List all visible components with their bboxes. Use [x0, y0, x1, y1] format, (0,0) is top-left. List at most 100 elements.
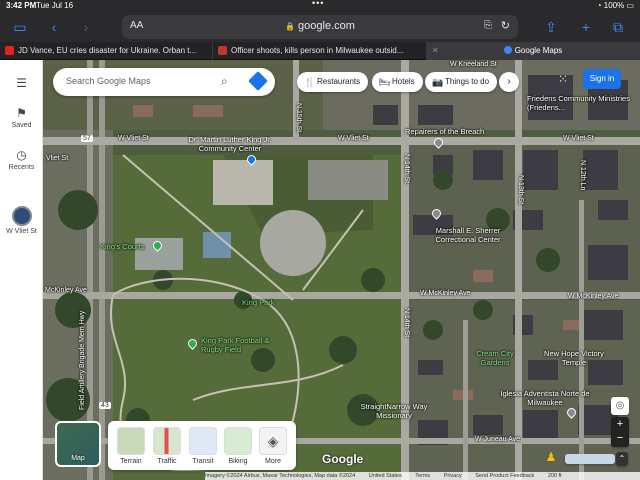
search-box[interactable]: Search Google Maps ⌕: [53, 68, 275, 96]
biking-icon: [224, 427, 252, 455]
road-label: N 12th Ln: [579, 160, 586, 191]
road-label: N 14th St: [403, 308, 410, 338]
road-label: W Vliet St: [563, 135, 594, 142]
bookmark-icon: ⚑: [16, 106, 27, 120]
chip-things-to-do[interactable]: 📷 Things to do: [425, 72, 498, 92]
recents-button[interactable]: ◷ Recents: [0, 148, 43, 171]
road-label: Vliet St: [46, 155, 69, 162]
saved-button[interactable]: ⚑ Saved: [0, 106, 43, 129]
zoom-in-button[interactable]: +: [611, 417, 629, 432]
status-bar: 3:42 PM Tue Jul 16 ••• ◔ 100% ▭: [0, 0, 640, 12]
forward-icon[interactable]: ›: [76, 17, 96, 37]
search-icon[interactable]: ⌕: [221, 74, 228, 89]
tab-news-2[interactable]: Officer shoots, kills person in Milwauke…: [213, 42, 427, 60]
place-thumbnail-icon: [11, 206, 32, 226]
status-date: Tue Jul 16: [36, 1, 74, 10]
back-icon[interactable]: ‹: [44, 17, 64, 37]
status-time: 3:42 PM: [6, 1, 37, 10]
sign-in-button[interactable]: Sign in: [583, 69, 621, 89]
road-label: W McKinley Ave: [420, 290, 471, 297]
highway-shield: 43: [99, 402, 111, 409]
url-text: google.com: [298, 20, 355, 32]
layer-transit[interactable]: Transit: [186, 427, 220, 465]
layers-panel: Terrain Traffic Transit Biking ◈ More: [108, 421, 296, 470]
transit-icon: [189, 427, 217, 455]
road-label: W Kneeland St: [450, 61, 497, 68]
close-tab-icon[interactable]: ✕: [432, 42, 439, 60]
pegman-icon[interactable]: ♟: [545, 450, 557, 466]
layer-more[interactable]: ◈ More: [256, 427, 290, 465]
road-label: Field Artillery Brigade Mem Hwy: [79, 310, 86, 410]
sidebar-icon[interactable]: ▭: [10, 17, 30, 37]
multitasking-dots-icon[interactable]: •••: [312, 0, 324, 8]
safari-toolbar: ▭ ‹ › AA 🔒 google.com ⎘ ↻ ⇪ + ⧉: [0, 12, 640, 42]
history-icon: ◷: [16, 148, 27, 162]
my-location-button[interactable]: ◎: [611, 397, 629, 415]
traffic-icon: [153, 427, 181, 455]
new-tab-icon[interactable]: +: [576, 17, 596, 37]
tab-google-maps[interactable]: ✕ Google Maps: [427, 42, 640, 60]
attribution-bar: Imagery ©2024 Airbus, Maxar Technologies…: [205, 472, 640, 480]
zoom-controls: + −: [611, 417, 629, 447]
chip-restaurants[interactable]: 🍴 Restaurants: [297, 72, 369, 92]
chip-hotels[interactable]: 🛏 Hotels: [372, 72, 423, 92]
recent-place-w-vliet[interactable]: W Vliet St: [0, 206, 43, 235]
poi-label[interactable]: King Park Football & Rugby Field: [201, 336, 291, 354]
imagery-thumbnails[interactable]: [565, 454, 615, 464]
directions-icon[interactable]: [248, 71, 268, 91]
bed-icon: 🛏: [379, 77, 391, 87]
news-favicon-icon: [218, 46, 227, 55]
maps-left-rail: ☰ ⚑ Saved ◷ Recents W Vliet St: [0, 60, 43, 480]
layer-biking[interactable]: Biking: [221, 427, 255, 465]
expand-chevron-icon[interactable]: ⌃: [616, 452, 628, 466]
poi-label[interactable]: Friedens Community Ministries (Friedens.…: [527, 94, 637, 112]
road-label: N 15th St: [295, 103, 302, 133]
share-icon[interactable]: ⇪: [541, 17, 561, 37]
reload-icon[interactable]: ↻: [501, 19, 510, 32]
road-label: W Vliet St: [118, 135, 149, 142]
road-label: W Juneau Ave: [475, 436, 521, 443]
poi-label[interactable]: Repairers of the Breach: [405, 127, 484, 136]
hamburger-menu-icon: ☰: [16, 76, 27, 90]
chips-next-button[interactable]: ›: [499, 72, 519, 92]
zoom-out-button[interactable]: −: [611, 432, 629, 447]
layer-traffic[interactable]: Traffic: [150, 427, 184, 465]
youtube-favicon-icon: [5, 46, 14, 55]
road-label: McKinley Ave: [45, 287, 87, 294]
poi-label[interactable]: Marshall E. Sherrer Correctional Center: [418, 226, 518, 244]
address-bar[interactable]: AA 🔒 google.com ⎘ ↻: [122, 15, 518, 39]
lock-icon: 🔒: [285, 22, 296, 31]
google-favicon-icon: [503, 46, 512, 54]
poi-label[interactable]: Cream City Gardens: [470, 349, 520, 367]
road-label: W Vliet St: [338, 135, 369, 142]
chevron-right-icon: ›: [507, 76, 511, 87]
location-target-icon: ◎: [615, 400, 625, 411]
poi-label[interactable]: King's Courts: [100, 242, 144, 251]
poi-label[interactable]: Dr. Martin Luther King Jr. Community Cen…: [175, 135, 285, 153]
road-label: W McKinley Ave: [568, 293, 619, 300]
terrain-icon: [117, 427, 145, 455]
tab-news-1[interactable]: JD Vance, EU cries disaster for Ukraine.…: [0, 42, 213, 60]
satellite-imagery: [43, 60, 640, 480]
google-apps-icon[interactable]: ⁙: [556, 72, 570, 86]
poi-label[interactable]: Iglesia Adventista Norte de Milwaukee: [495, 389, 595, 407]
fork-knife-icon: 🍴: [304, 77, 316, 87]
map-type-toggle[interactable]: Map: [55, 421, 101, 467]
highway-shield: 57: [81, 135, 93, 142]
poi-label[interactable]: New Hope Victory Temple: [539, 349, 609, 367]
poi-label[interactable]: StraightNarrow Way Missionary: [359, 402, 429, 420]
google-logo: Google: [322, 452, 364, 466]
translate-icon[interactable]: ⎘: [484, 20, 492, 31]
search-input[interactable]: Search Google Maps: [66, 76, 151, 86]
road-label: N 14th St: [403, 154, 410, 184]
layer-terrain[interactable]: Terrain: [114, 427, 148, 465]
tab-bar: JD Vance, EU cries disaster for Ukraine.…: [0, 42, 640, 60]
battery-indicator: ◔ 100% ▭: [596, 1, 634, 10]
scale-bar[interactable]: 200 ft: [548, 473, 562, 479]
poi-label[interactable]: King Park: [242, 298, 275, 307]
layers-icon: ◈: [259, 427, 287, 455]
menu-button[interactable]: ☰: [0, 76, 43, 92]
satellite-map[interactable]: W Kneeland St W Vliet St W Vliet St W Vl…: [43, 60, 640, 480]
tab-overview-icon[interactable]: ⧉: [608, 17, 628, 37]
camera-icon: 📷: [432, 77, 444, 87]
